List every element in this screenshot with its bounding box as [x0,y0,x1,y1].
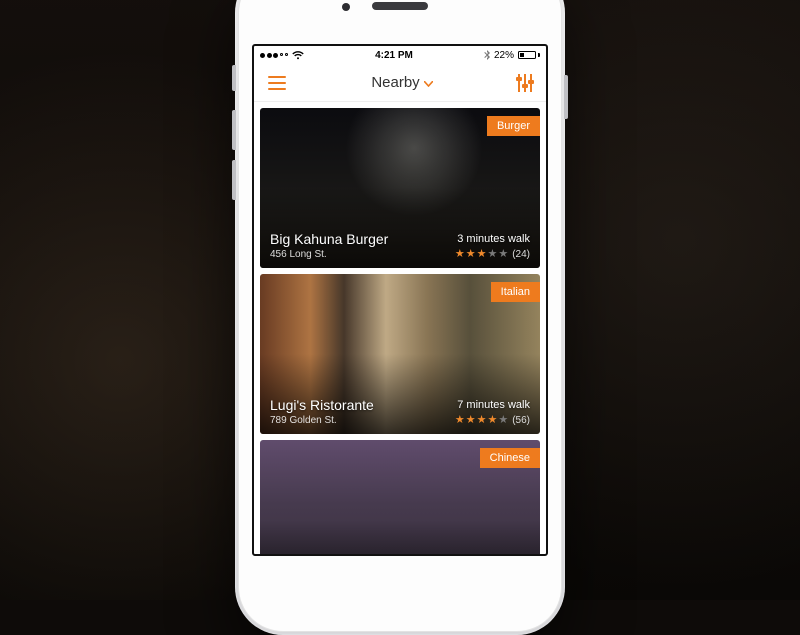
review-count: (24) [512,249,530,260]
restaurant-name: Big Kahuna Burger [270,231,388,247]
bluetooth-icon [484,50,490,60]
phone-body: 4:21 PM 22% Nearby [238,0,562,632]
restaurant-card[interactable]: Burger Big Kahuna Burger 456 Long St. 3 … [260,108,540,268]
front-camera [342,3,350,11]
rating-stars: ★★★★★(56) [455,413,530,426]
restaurant-address: 789 Golden St. [270,415,374,426]
wifi-icon [292,51,304,60]
category-tag[interactable]: Chinese [480,448,540,468]
mute-switch [232,65,236,91]
hamburger-icon [268,76,286,78]
battery-percent: 22% [494,50,514,61]
earpiece [372,2,428,10]
status-bar: 4:21 PM 22% [254,46,546,64]
nav-title-label: Nearby [371,74,419,91]
walk-distance: 7 minutes walk [455,399,530,411]
location-dropdown[interactable]: Nearby [371,74,432,91]
rating-stars: ★★★★★(24) [455,247,530,260]
restaurant-card[interactable]: Chinese [260,440,540,554]
volume-down-button [232,160,236,200]
category-tag[interactable]: Italian [491,282,540,302]
restaurant-name: Lugi's Ristorante [270,397,374,413]
power-button [564,75,568,119]
walk-distance: 3 minutes walk [455,233,530,245]
chevron-down-icon [424,74,433,91]
phone-mockup: 4:21 PM 22% Nearby [235,0,565,635]
category-tag[interactable]: Burger [487,116,540,136]
review-count: (56) [512,415,530,426]
app-navbar: Nearby [254,64,546,102]
sliders-icon [518,74,520,92]
volume-up-button [232,110,236,150]
screen: 4:21 PM 22% Nearby [252,44,548,556]
filter-button[interactable] [514,70,536,96]
status-time: 4:21 PM [375,50,413,61]
restaurant-card[interactable]: Italian Lugi's Ristorante 789 Golden St.… [260,274,540,434]
menu-button[interactable] [264,72,290,94]
restaurant-address: 456 Long St. [270,249,388,260]
restaurant-feed[interactable]: Burger Big Kahuna Burger 456 Long St. 3 … [254,102,546,554]
signal-dots [260,53,288,58]
battery-icon [518,51,540,59]
